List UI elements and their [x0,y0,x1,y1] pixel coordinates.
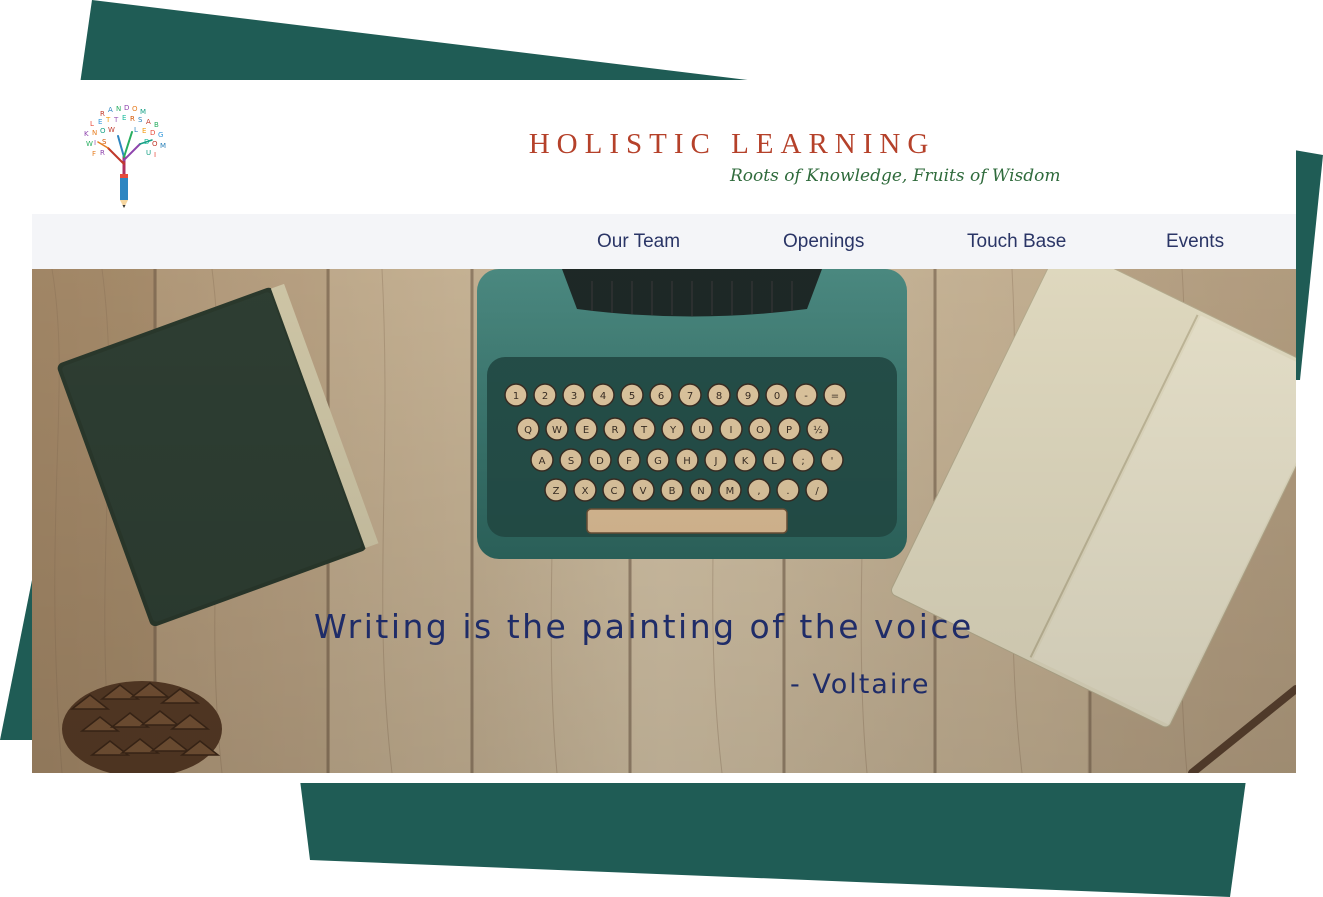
site-title: HOLISTIC LEARNING [528,128,936,160]
svg-text:W: W [86,140,93,148]
svg-text:M: M [160,142,166,150]
svg-text:D: D [150,129,155,137]
svg-text:A: A [108,106,113,114]
hero-image: 1234567890-=QWERTYUIOP½ASDFGHJKL;'ZXCVBN… [32,269,1296,773]
svg-text:E: E [122,114,126,122]
hero-banner: 1234567890-=QWERTYUIOP½ASDFGHJKL;'ZXCVBN… [32,269,1296,773]
svg-text:S: S [138,116,143,124]
svg-text:N: N [116,105,121,113]
svg-text:G: G [158,131,163,139]
logo-pencil [120,174,128,208]
svg-text:K: K [84,130,89,138]
nav-item-touch-base[interactable]: Touch Base [967,214,1066,269]
website-card: RA ND OM LE TT ER SA B KN OW LE DG WI SD… [32,80,1296,783]
backdrop-shape-bottom [300,780,1246,897]
svg-text:L: L [134,126,138,134]
backdrop-shape-left [0,560,36,740]
svg-text:B: B [154,121,159,129]
svg-text:O: O [100,127,106,135]
hero-quote-author: - Voltaire [790,669,931,700]
screenshot-stage: RA ND OM LE TT ER SA B KN OW LE DG WI SD… [0,0,1323,897]
svg-text:R: R [100,110,105,118]
svg-text:O: O [132,105,138,113]
svg-text:R: R [130,115,135,123]
svg-text:D: D [124,104,129,112]
svg-text:T: T [105,116,111,124]
svg-text:M: M [140,108,146,116]
main-navigation: Our Team Openings Touch Base Events [32,214,1296,269]
svg-text:W: W [108,126,115,134]
hero-quote: Writing is the painting of the voice [314,607,974,646]
nav-item-events[interactable]: Events [1166,214,1224,269]
svg-text:T: T [113,116,119,124]
svg-text:I: I [154,151,156,159]
svg-text:O: O [152,140,158,148]
svg-text:L: L [90,120,94,128]
site-header: RA ND OM LE TT ER SA B KN OW LE DG WI SD… [32,80,1296,214]
svg-text:F: F [92,150,96,158]
svg-text:E: E [98,118,102,126]
svg-text:N: N [92,129,97,137]
svg-text:E: E [142,127,146,135]
svg-text:U: U [146,149,151,157]
backdrop-shape-right [1294,150,1323,380]
nav-item-openings[interactable]: Openings [783,214,864,269]
svg-text:R: R [100,149,105,157]
nav-item-our-team[interactable]: Our Team [597,214,680,269]
backdrop-shape-top [80,0,780,84]
svg-text:I: I [94,139,96,147]
tree-logo-icon[interactable]: RA ND OM LE TT ER SA B KN OW LE DG WI SD… [74,102,176,212]
site-tagline: Roots of Knowledge, Fruits of Wisdom [730,166,1061,186]
svg-text:A: A [146,118,151,126]
